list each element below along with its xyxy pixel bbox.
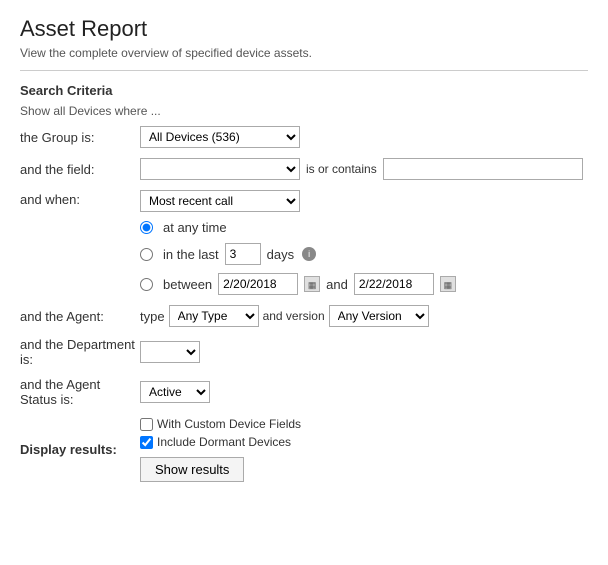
agent-version-select[interactable]: Any Version (329, 305, 429, 327)
agent-status-row: and the Agent Status is: Active Inactive… (20, 377, 588, 407)
in-last-radio[interactable] (140, 248, 153, 261)
custom-fields-checkbox[interactable] (140, 418, 153, 431)
display-results-row: Display results: With Custom Device Fiel… (20, 417, 588, 482)
when-label: and when: (20, 190, 140, 207)
page-title: Asset Report (20, 16, 588, 42)
dormant-row: Include Dormant Devices (140, 435, 301, 449)
and-between-label: and (326, 277, 348, 292)
type-prefix-label: type (140, 309, 165, 324)
divider (20, 70, 588, 71)
between-radio[interactable] (140, 278, 153, 291)
group-select[interactable]: All Devices (536) (140, 126, 300, 148)
group-label: the Group is: (20, 130, 140, 145)
days-suffix-label: days (267, 247, 294, 262)
agent-controls: type Any Type and version Any Version (140, 305, 429, 327)
date2-input[interactable] (354, 273, 434, 295)
custom-fields-row: With Custom Device Fields (140, 417, 301, 431)
at-any-time-row: at any time (140, 220, 456, 235)
field-label: and the field: (20, 162, 140, 177)
agent-type-select[interactable]: Any Type (169, 305, 259, 327)
is-or-contains-label: is or contains (306, 162, 377, 176)
calendar1-icon[interactable]: ▦ (304, 276, 320, 292)
calendar2-icon[interactable]: ▦ (440, 276, 456, 292)
show-all-label: Show all Devices where ... (20, 104, 588, 118)
when-row: and when: Most recent call at any time i… (20, 190, 588, 295)
page-subtitle: View the complete overview of specified … (20, 46, 588, 60)
display-results-options: With Custom Device Fields Include Dorman… (140, 417, 301, 482)
at-any-time-label: at any time (163, 220, 227, 235)
agent-status-label: and the Agent Status is: (20, 377, 140, 407)
show-results-button[interactable]: Show results (140, 457, 244, 482)
field-row: and the field: is or contains (20, 158, 588, 180)
in-last-row: in the last days i (140, 243, 456, 265)
dormant-label: Include Dormant Devices (157, 435, 291, 449)
group-row: the Group is: All Devices (536) (20, 126, 588, 148)
agent-status-select[interactable]: Active Inactive Any (140, 381, 210, 403)
at-any-time-radio[interactable] (140, 221, 153, 234)
when-select[interactable]: Most recent call (140, 190, 300, 212)
info-icon: i (302, 247, 316, 261)
days-input[interactable] (225, 243, 261, 265)
department-label: and the Department is: (20, 337, 140, 367)
between-row: between ▦ and ▦ (140, 273, 456, 295)
between-label: between (163, 277, 212, 292)
display-results-label: Display results: (20, 442, 140, 457)
in-last-prefix-label: in the last (163, 247, 219, 262)
agent-row: and the Agent: type Any Type and version… (20, 305, 588, 327)
date1-input[interactable] (218, 273, 298, 295)
contains-input[interactable] (383, 158, 583, 180)
when-section: Most recent call at any time in the last… (140, 190, 456, 295)
department-row: and the Department is: (20, 337, 588, 367)
agent-label: and the Agent: (20, 309, 140, 324)
search-criteria-title: Search Criteria (20, 83, 588, 98)
and-version-label: and version (263, 309, 325, 323)
custom-fields-label: With Custom Device Fields (157, 417, 301, 431)
dormant-checkbox[interactable] (140, 436, 153, 449)
field-select[interactable] (140, 158, 300, 180)
department-select[interactable] (140, 341, 200, 363)
